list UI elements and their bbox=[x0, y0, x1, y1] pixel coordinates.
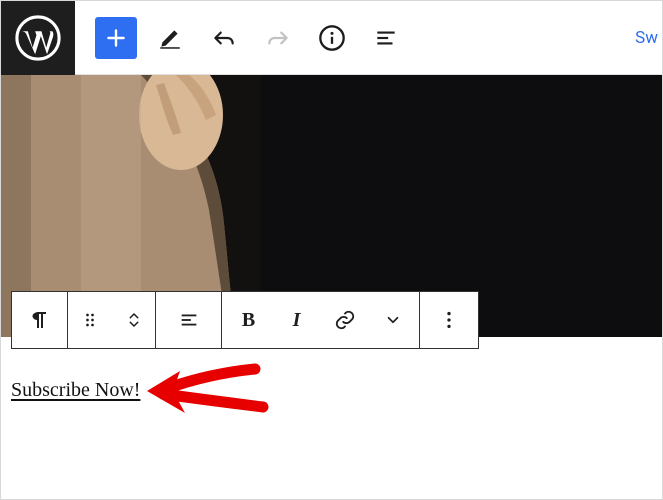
editor-topbar: Sw bbox=[1, 1, 662, 75]
block-options-button[interactable] bbox=[420, 292, 478, 348]
switch-link[interactable]: Sw bbox=[635, 28, 662, 48]
info-button[interactable] bbox=[311, 17, 353, 59]
redo-button bbox=[257, 17, 299, 59]
align-icon bbox=[178, 309, 200, 331]
block-toolbar: B I bbox=[11, 291, 479, 349]
more-vertical-icon bbox=[438, 309, 460, 331]
list-view-icon bbox=[373, 25, 399, 51]
chevron-updown-icon bbox=[125, 308, 143, 332]
more-inline-button[interactable] bbox=[369, 292, 417, 348]
move-updown[interactable] bbox=[112, 292, 156, 348]
bold-button[interactable]: B bbox=[225, 292, 273, 348]
add-block-button[interactable] bbox=[95, 17, 137, 59]
link-button[interactable] bbox=[321, 292, 369, 348]
block-type-button[interactable] bbox=[12, 292, 68, 348]
chevron-down-icon bbox=[384, 311, 402, 329]
subscribe-link[interactable]: Subscribe Now! bbox=[11, 379, 140, 402]
bold-icon: B bbox=[242, 309, 255, 332]
info-icon bbox=[318, 24, 346, 52]
wordpress-logo[interactable] bbox=[1, 1, 75, 75]
move-controls bbox=[68, 292, 156, 348]
italic-icon: I bbox=[293, 309, 301, 332]
link-icon bbox=[334, 309, 356, 331]
annotation-arrow bbox=[145, 359, 285, 439]
paragraph-icon bbox=[28, 308, 52, 332]
italic-button[interactable]: I bbox=[273, 292, 321, 348]
edit-mode-button[interactable] bbox=[149, 17, 191, 59]
redo-icon bbox=[265, 25, 291, 51]
wordpress-icon bbox=[15, 15, 61, 61]
outline-button[interactable] bbox=[365, 17, 407, 59]
pencil-icon bbox=[157, 25, 183, 51]
align-button[interactable] bbox=[156, 292, 222, 348]
undo-icon bbox=[211, 25, 237, 51]
drag-handle[interactable] bbox=[68, 292, 112, 348]
inline-format-group: B I bbox=[222, 292, 420, 348]
plus-icon bbox=[103, 25, 129, 51]
toolbar-actions bbox=[75, 17, 407, 59]
undo-button[interactable] bbox=[203, 17, 245, 59]
drag-icon bbox=[80, 310, 100, 330]
